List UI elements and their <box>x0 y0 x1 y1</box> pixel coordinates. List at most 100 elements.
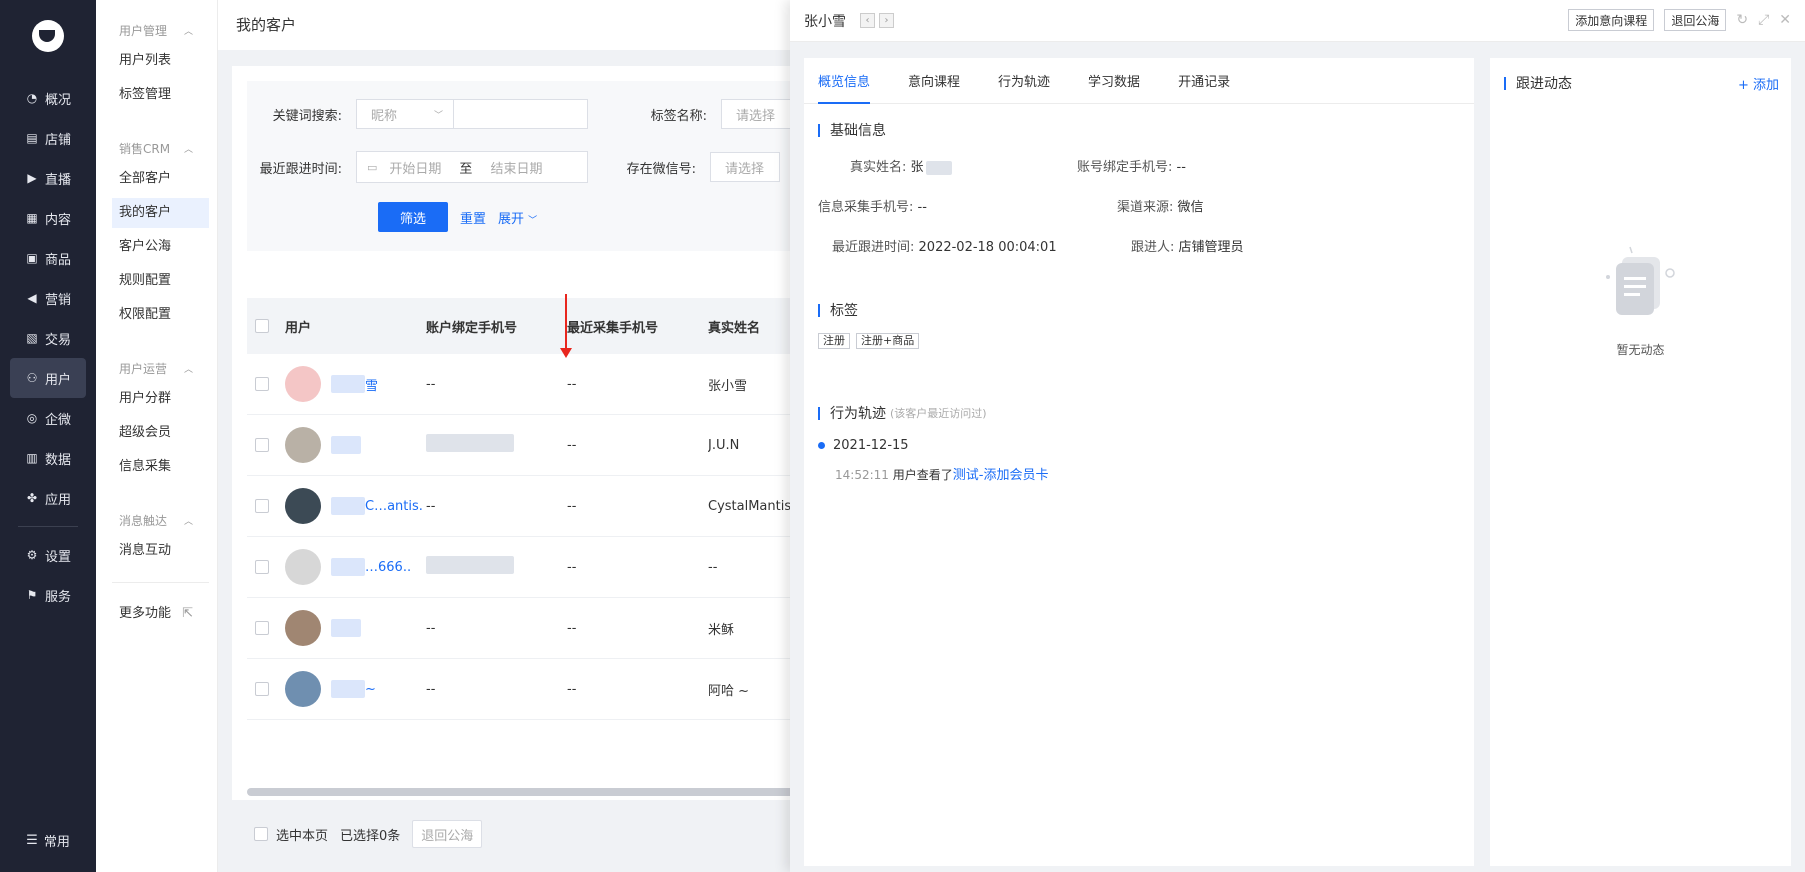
customer-drawer: 张小雪 ‹ › 添加意向课程 退回公海 ↻ ⤢ ✕ 概览信息 意向课程 行为轨迹 学习… <box>790 0 1805 872</box>
chevron-down-icon: ﹀ <box>528 215 538 226</box>
select-all-checkbox[interactable] <box>255 319 269 333</box>
row-checkbox[interactable] <box>255 438 269 452</box>
nav-item-data[interactable]: ▥ 数据 <box>0 438 96 478</box>
tab-0[interactable]: 概览信息 <box>818 58 871 104</box>
row-checkbox[interactable] <box>255 560 269 574</box>
row-checkbox[interactable] <box>255 682 269 696</box>
nav-item-dashboard[interactable]: ◔ 概况 <box>0 78 96 118</box>
nav-item-live[interactable]: ▶ 直播 <box>0 158 96 198</box>
tab-3[interactable]: 学习数据 <box>1088 58 1140 103</box>
timeline-dot <box>818 442 825 449</box>
list-icon: ☰ <box>26 833 38 848</box>
drawer-tabs: 概览信息 意向课程 行为轨迹 学习数据 开通记录 <box>804 58 1474 104</box>
avatar <box>285 671 321 707</box>
track-link[interactable]: 测试-添加会员卡 <box>953 468 1049 483</box>
tab-4[interactable]: 开通记录 <box>1178 58 1230 103</box>
prev-icon[interactable]: ‹ <box>860 13 875 28</box>
tab-1[interactable]: 意向课程 <box>908 58 960 103</box>
submenu-item[interactable]: 超级会员 <box>96 418 217 448</box>
nav-item-trade[interactable]: ▧ 交易 <box>0 318 96 358</box>
drawer-header: 张小雪 ‹ › 添加意向课程 退回公海 ↻ ⤢ ✕ <box>790 0 1805 42</box>
content-icon: ▦ <box>26 211 38 225</box>
chevron-down-icon: ﹀ <box>433 110 443 121</box>
nav-item-store[interactable]: ▤ 店铺 <box>0 118 96 158</box>
section-follow: 跟进动态 <box>1504 73 1572 93</box>
blurred-value <box>426 434 514 452</box>
submenu-item[interactable]: 用户分群 <box>96 384 217 414</box>
nav-item-marketing[interactable]: ◀ 营销 <box>0 278 96 318</box>
next-icon[interactable]: › <box>879 13 894 28</box>
field-channel: 渠道来源: 微信 <box>1117 200 1204 215</box>
submenu-item[interactable]: 规则配置 <box>96 266 217 296</box>
submenu-group-msg[interactable]: 消息触达 ︿ <box>96 508 217 532</box>
track-date: 2021-12-15 <box>818 438 909 453</box>
trade-icon: ▧ <box>26 331 38 345</box>
nav-item-service[interactable]: ⚑ 服务 <box>0 575 96 615</box>
nav-item-goods[interactable]: ▣ 商品 <box>0 238 96 278</box>
nav-item-content[interactable]: ▦ 内容 <box>0 198 96 238</box>
fullscreen-icon[interactable]: ⤢ <box>1758 12 1769 28</box>
submenu-item[interactable]: 我的客户 <box>112 198 209 228</box>
field-real-name: 真实姓名: 张 <box>850 156 952 175</box>
user-cell[interactable] <box>285 610 426 646</box>
nav-item-settings[interactable]: ⚙ 设置 <box>0 535 96 575</box>
avatar <box>285 549 321 585</box>
nav-common[interactable]: ☰ 常用 <box>0 831 96 850</box>
user-cell[interactable]: C…antis. <box>285 488 426 524</box>
user-cell[interactable]: 雪 <box>285 366 426 402</box>
return-pool-button[interactable]: 退回公海 <box>1664 9 1727 31</box>
keyword-type-select[interactable]: 昵称 ﹀ <box>356 99 454 129</box>
submenu-group-user-mgmt[interactable]: 用户管理 ︿ <box>96 18 217 42</box>
submenu-item[interactable]: 全部客户 <box>96 164 217 194</box>
submenu-item[interactable]: 信息采集 <box>96 452 217 482</box>
track-entry: 14:52:11 用户查看了测试-添加会员卡 <box>835 468 1049 483</box>
section-tags: 标签 <box>818 300 858 320</box>
submenu-group-crm[interactable]: 销售CRM ︿ <box>96 136 217 160</box>
overview-panel: 概览信息 意向课程 行为轨迹 学习数据 开通记录 基础信息 真实姓名: 张 账号绑定手机… <box>804 58 1474 866</box>
tag-chip: 注册+商品 <box>856 333 920 349</box>
live-icon: ▶ <box>27 171 37 185</box>
user-cell[interactable]: …666.. <box>285 549 426 585</box>
dashboard-icon: ◔ <box>26 91 38 105</box>
submenu-item[interactable]: 用户列表 <box>96 46 217 76</box>
blurred-value <box>331 680 365 698</box>
row-checkbox[interactable] <box>255 499 269 513</box>
field-recent-follow: 最近跟进时间: 2022-02-18 00:04:01 <box>832 240 1057 255</box>
user-cell[interactable]: ~ <box>285 671 426 707</box>
date-range-picker[interactable]: ▭ 开始日期 至 结束日期 <box>356 151 588 183</box>
tab-2[interactable]: 行为轨迹 <box>998 58 1050 103</box>
field-collect-phone: 信息采集手机号: -- <box>818 200 927 215</box>
return-pool-button[interactable]: 退回公海 <box>412 820 483 848</box>
reset-link[interactable]: 重置 <box>460 208 486 227</box>
tag-select[interactable]: 请选择 <box>721 99 791 129</box>
row-checkbox[interactable] <box>255 377 269 391</box>
chevron-up-icon: ︿ <box>183 516 193 527</box>
submenu-item[interactable]: 消息互动 <box>96 536 217 566</box>
settings-icon: ⚙ <box>26 548 38 562</box>
keyword-input[interactable] <box>454 99 588 129</box>
store-icon: ▤ <box>26 131 38 145</box>
submenu-item[interactable]: 标签管理 <box>96 80 217 110</box>
submenu-group-ops[interactable]: 用户运营 ︿ <box>96 356 217 380</box>
section-track: 行为轨迹 (该客户最近访问过) <box>818 403 987 423</box>
blurred-value <box>331 558 365 576</box>
row-checkbox[interactable] <box>255 621 269 635</box>
close-icon[interactable]: ✕ <box>1779 12 1791 28</box>
blurred-value <box>331 619 361 637</box>
empty-text: 暂无动态 <box>1616 343 1665 357</box>
add-course-button[interactable]: 添加意向课程 <box>1568 9 1655 31</box>
expand-link[interactable]: 展开 ﹀ <box>498 208 537 227</box>
filter-button[interactable]: 筛选 <box>378 202 448 232</box>
nav-item-user[interactable]: ⚇ 用户 <box>10 358 86 398</box>
add-follow-link[interactable]: + 添加 <box>1738 74 1779 93</box>
user-cell[interactable] <box>285 427 426 463</box>
more-features[interactable]: 更多功能 ⇱ <box>96 599 217 629</box>
drawer-title: 张小雪 <box>804 13 846 30</box>
submenu-item[interactable]: 权限配置 <box>96 300 217 330</box>
wechat-select[interactable]: 请选择 <box>710 152 780 182</box>
submenu-item[interactable]: 客户公海 <box>96 232 217 262</box>
refresh-icon[interactable]: ↻ <box>1736 12 1748 28</box>
select-page-checkbox[interactable] <box>254 827 268 841</box>
nav-item-wecom[interactable]: ◎ 企微 <box>0 398 96 438</box>
nav-item-apps[interactable]: ✤ 应用 <box>0 478 96 518</box>
